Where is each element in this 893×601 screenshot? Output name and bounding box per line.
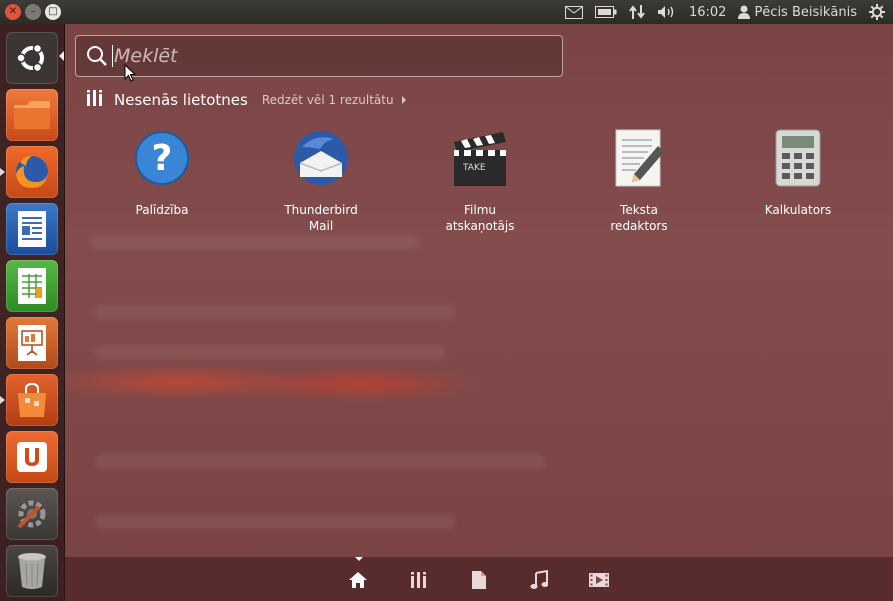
presentation-icon: [18, 325, 46, 361]
dash-open-indicator: [59, 51, 64, 61]
category-header: Nesenās lietotnes Redzēt vēl 1 rezultātu: [86, 90, 406, 110]
search-icon: [86, 45, 108, 67]
calculator-icon: [766, 126, 830, 190]
launcher-software-center[interactable]: [6, 374, 58, 426]
lens-bar: [64, 557, 893, 601]
launcher-firefox[interactable]: [6, 146, 58, 198]
lens-home[interactable]: [347, 569, 369, 591]
thunderbird-icon: [289, 126, 353, 190]
shopping-bag-icon: [18, 382, 46, 417]
launcher-system-settings[interactable]: [6, 488, 58, 540]
close-button[interactable]: ✕: [5, 4, 21, 20]
user-icon: [738, 5, 751, 19]
app-label: Filmu atskaņotājs: [445, 203, 515, 233]
active-lens-indicator: [355, 557, 363, 561]
minimize-button[interactable]: –: [25, 4, 41, 20]
launcher-home-folder[interactable]: [6, 89, 58, 141]
dash-overlay: [64, 24, 893, 601]
lens-applications[interactable]: [408, 569, 430, 591]
file-icon: [472, 571, 486, 589]
app-label: Thunderbird Mail: [284, 203, 358, 233]
running-indicator: [0, 168, 5, 176]
movie-player-icon: TAKE: [448, 126, 512, 190]
user-name: Pēcis Beisikānis: [754, 4, 857, 20]
search-input[interactable]: [114, 44, 544, 68]
launcher: [0, 24, 65, 601]
mail-icon[interactable]: [564, 5, 583, 19]
session-gear-icon[interactable]: [869, 4, 885, 20]
app-label: Teksta redaktors: [610, 203, 668, 233]
svg-text:TAKE: TAKE: [462, 163, 486, 173]
app-tile-text-editor[interactable]: Teksta redaktors: [584, 126, 694, 234]
user-menu[interactable]: Pēcis Beisikānis: [738, 5, 857, 20]
video-icon: [589, 573, 609, 587]
svg-text:?: ?: [152, 138, 173, 179]
battery-icon[interactable]: [594, 6, 617, 18]
applications-category-icon: [86, 90, 104, 110]
top-panel: ✕ – □ 16:02 Pēcis Beisikānis: [0, 0, 893, 24]
launcher-calc[interactable]: [6, 260, 58, 312]
category-title: Nesenās lietotnes: [114, 91, 248, 109]
chevron-right-icon: [401, 96, 406, 104]
trash-icon: [18, 553, 46, 589]
launcher-impress[interactable]: [6, 317, 58, 369]
text-caret: [112, 45, 113, 67]
spreadsheet-icon: [18, 268, 46, 304]
network-icon[interactable]: [629, 4, 645, 20]
ubuntu-button[interactable]: [6, 32, 58, 84]
applications-icon: [411, 572, 426, 588]
window-controls: ✕ – □: [5, 4, 61, 20]
launcher-writer[interactable]: [6, 203, 58, 255]
settings-tools-icon: [17, 500, 46, 529]
ubuntu-one-icon: [17, 442, 47, 472]
indicator-area: 16:02 Pēcis Beisikānis: [564, 4, 893, 20]
volume-icon[interactable]: [657, 5, 677, 19]
firefox-icon: [16, 156, 48, 188]
clock[interactable]: 16:02: [689, 5, 726, 20]
app-tile-help[interactable]: ? Palīdzība: [107, 126, 217, 218]
app-tile-movie-player[interactable]: TAKE Filmu atskaņotājs: [425, 126, 535, 234]
launcher-trash[interactable]: [6, 545, 58, 597]
lens-video[interactable]: [588, 569, 610, 591]
see-more-results-link[interactable]: Redzēt vēl 1 rezultātu: [262, 93, 394, 107]
app-tile-thunderbird[interactable]: Thunderbird Mail: [266, 126, 376, 234]
app-tile-calculator[interactable]: Kalkulators: [743, 126, 853, 218]
writer-document-icon: [18, 211, 46, 247]
launcher-ubuntu-one[interactable]: [6, 431, 58, 483]
lens-files[interactable]: [468, 569, 490, 591]
folder-icon: [14, 101, 50, 129]
mouse-cursor-icon: [124, 63, 137, 86]
help-icon: ?: [130, 126, 194, 190]
app-label: Kalkulators: [764, 203, 832, 217]
text-editor-icon: [607, 126, 671, 190]
ubuntu-logo-icon: [16, 43, 44, 73]
dash-search-box[interactable]: [75, 35, 563, 77]
maximize-button[interactable]: □: [45, 4, 61, 20]
running-indicator: [0, 396, 5, 404]
lens-music[interactable]: [528, 569, 550, 591]
music-note-icon: [530, 570, 548, 589]
home-icon: [349, 572, 367, 588]
app-label: Palīdzība: [135, 203, 189, 217]
